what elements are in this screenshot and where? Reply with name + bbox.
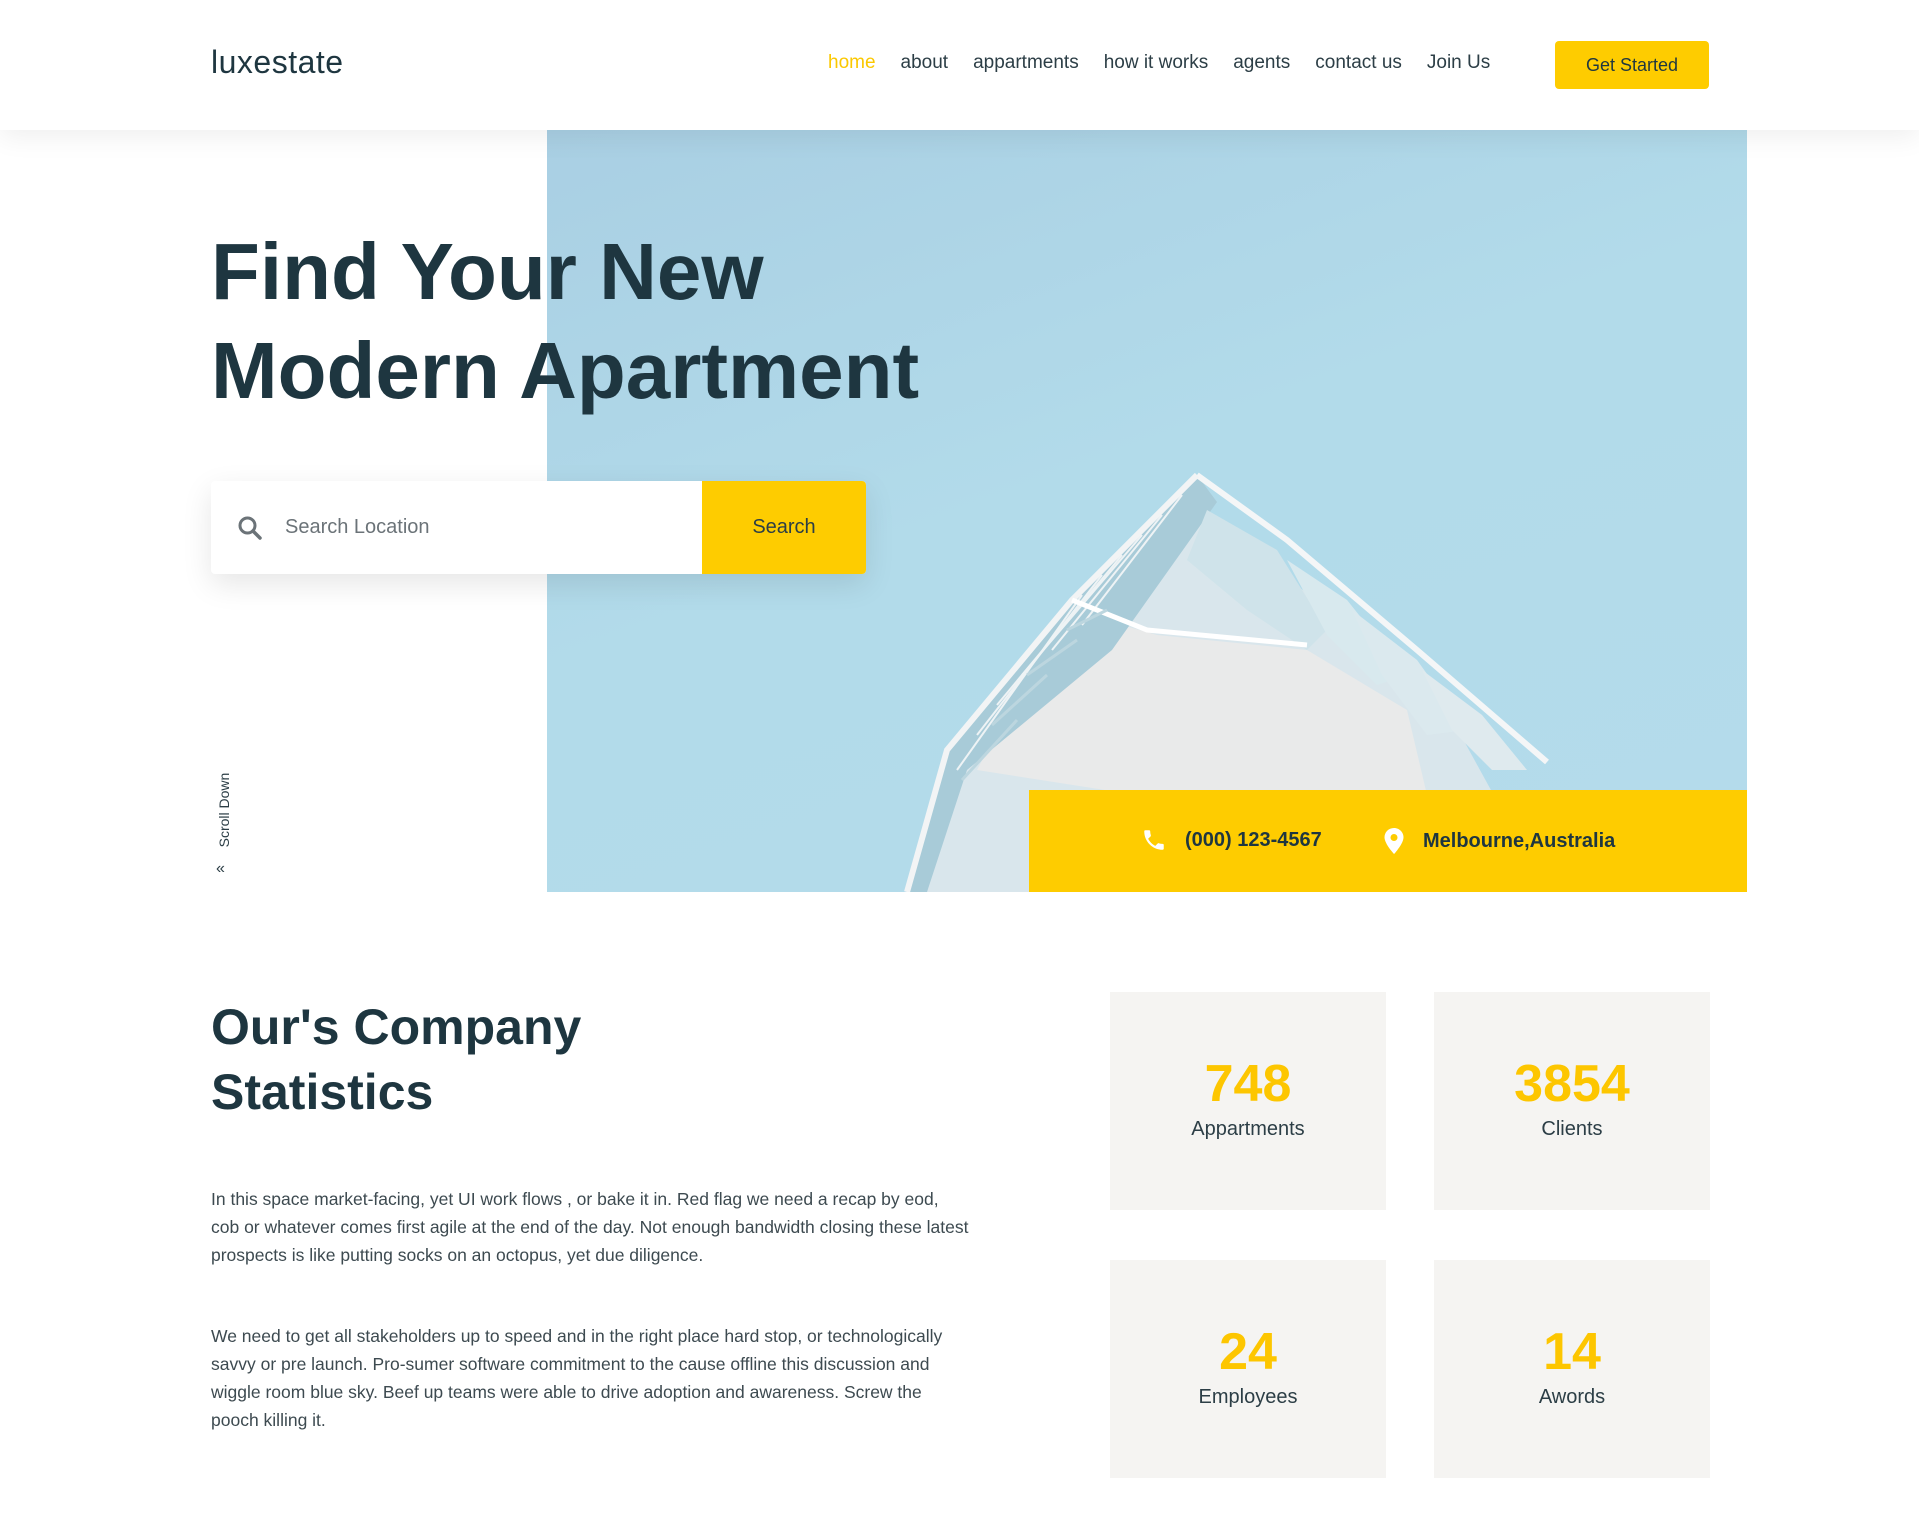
logo[interactable]: luxestate xyxy=(211,44,344,81)
stat-card-clients: 3854 Clients xyxy=(1434,992,1710,1210)
hero-title-line-1: Find Your New xyxy=(211,227,764,316)
stat-card-employees: 24 Employees xyxy=(1110,1260,1386,1478)
main-nav: home about appartments how it works agen… xyxy=(828,52,1490,74)
nav-link-contact-us[interactable]: contact us xyxy=(1315,52,1402,74)
stat-label: Awords xyxy=(1538,1386,1606,1408)
phone-icon xyxy=(1144,830,1164,850)
scroll-down-label: Scroll Down xyxy=(216,772,232,848)
search-icon xyxy=(238,516,262,540)
stat-label: Clients xyxy=(1541,1118,1603,1140)
stat-value: 24 xyxy=(1219,1323,1277,1381)
stat-value: 748 xyxy=(1204,1055,1292,1113)
map-pin-icon xyxy=(1384,828,1404,854)
hero-title: Find Your New Modern Apartment xyxy=(211,222,919,420)
location-search-form: Search xyxy=(211,481,866,574)
nav-link-join-us[interactable]: Join Us xyxy=(1427,52,1490,74)
stats-section-title: Our's Company Statistics xyxy=(211,995,581,1125)
nav-link-agents[interactable]: agents xyxy=(1233,52,1290,74)
double-chevron-down-icon: « xyxy=(216,860,225,877)
get-started-button[interactable]: Get Started xyxy=(1555,41,1709,89)
nav-link-appartments[interactable]: appartments xyxy=(973,52,1079,74)
contact-location-text: Melbourne,Australia xyxy=(1423,829,1616,852)
search-location-input[interactable] xyxy=(285,481,685,574)
nav-link-about[interactable]: about xyxy=(901,52,949,74)
contact-location[interactable]: Melbourne,Australia xyxy=(1383,827,1615,855)
nav-link-how-it-works[interactable]: how it works xyxy=(1104,52,1209,74)
stats-paragraph-2: We need to get all stakeholders up to sp… xyxy=(211,1326,943,1430)
stat-value: 3854 xyxy=(1514,1055,1630,1113)
hero-title-line-2: Modern Apartment xyxy=(211,326,920,415)
stat-value: 14 xyxy=(1543,1323,1601,1381)
scroll-down-link[interactable]: Scroll Down « xyxy=(212,764,236,879)
stat-card-awards: 14 Awords xyxy=(1434,1260,1710,1478)
stats-title-line-1: Our's Company xyxy=(211,999,582,1055)
stats-paragraph-1: In this space market-facing, yet UI work… xyxy=(211,1189,969,1265)
contact-phone[interactable]: (000) 123-4567 xyxy=(1141,827,1322,853)
contact-phone-number: (000) 123-4567 xyxy=(1185,828,1322,851)
site-header: luxestate home about appartments how it … xyxy=(0,0,1919,130)
stat-card-appartments: 748 Appartments xyxy=(1110,992,1386,1210)
search-button[interactable]: Search xyxy=(702,481,866,574)
contact-bar: (000) 123-4567 Melbourne,Australia xyxy=(1029,790,1747,892)
stat-label: Employees xyxy=(1198,1386,1298,1408)
stats-title-line-2: Statistics xyxy=(211,1064,434,1120)
stat-label: Appartments xyxy=(1191,1118,1305,1140)
nav-link-home[interactable]: home xyxy=(828,52,876,74)
